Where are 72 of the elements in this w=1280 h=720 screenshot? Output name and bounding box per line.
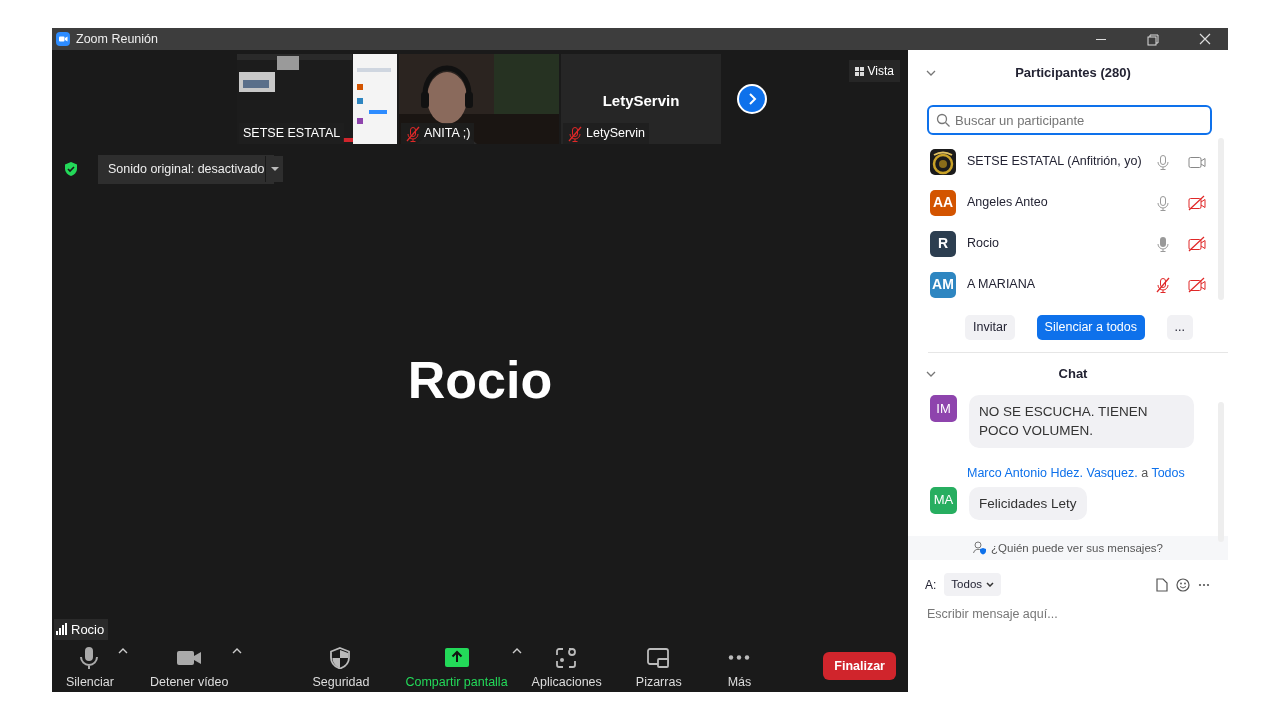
participant-name: SETSE ESTATAL (Anfitrión, yo): [967, 153, 1143, 171]
view-button[interactable]: Vista: [848, 60, 900, 82]
more-icon: [728, 654, 751, 660]
search-field[interactable]: Buscar un participante: [927, 105, 1212, 135]
chevron-down-icon: [986, 582, 995, 588]
emoji-icon[interactable]: [1176, 577, 1190, 592]
collapse-icon[interactable]: [926, 70, 936, 76]
avatar: AA: [930, 189, 956, 216]
original-sound-button[interactable]: Sonido original: desactivado: [98, 155, 275, 184]
app-logo-icon: [56, 32, 70, 46]
participant-name: A MARIANA: [967, 276, 1037, 294]
muted-mic-icon[interactable]: [1155, 276, 1171, 293]
search-icon: [936, 113, 950, 127]
privacy-icon: [973, 541, 987, 556]
chevron-right-icon: [747, 93, 757, 105]
toolbar-button[interactable]: Detener vídeo: [149, 640, 229, 692]
caret-icon[interactable]: [117, 648, 128, 654]
participant-name: ANITA ;): [424, 125, 471, 143]
caret-icon[interactable]: [232, 648, 243, 654]
avatar: R: [930, 230, 956, 257]
message-connector: a: [1141, 465, 1149, 480]
sender-name[interactable]: Marco Antonio Hdez. Vasquez.: [967, 465, 1138, 480]
panel-title: Participantes (280): [1014, 64, 1132, 83]
speaker-name: Rocio: [407, 350, 553, 412]
toolbar-button[interactable]: Pizarras: [635, 640, 682, 692]
recipient-name[interactable]: Todos: [1151, 465, 1185, 480]
recipient-label: A:: [925, 576, 937, 594]
video-off-icon[interactable]: [1188, 194, 1206, 211]
panel-button[interactable]: ...: [1166, 315, 1193, 340]
close-icon[interactable]: [1197, 32, 1213, 46]
participant-name: Angeles Anteo: [967, 194, 1049, 212]
toolbar-button[interactable]: Silenciar: [66, 640, 114, 692]
dropdown-button[interactable]: [265, 156, 284, 183]
microphone-icon[interactable]: [1155, 235, 1171, 252]
signal-icon: [56, 623, 67, 636]
toolbar-button[interactable]: Aplicaciones: [531, 640, 602, 692]
window-title: Zoom Reunión: [76, 30, 158, 48]
message-bubble: NO SE ESCUCHA. TIENEN POCO VOLUMEN.: [969, 394, 1194, 448]
avatar: IM: [930, 394, 957, 422]
message-bubble: Felicidades Lety: [969, 486, 1087, 521]
toolbar-button[interactable]: Seguridad: [312, 640, 370, 692]
caret-icon[interactable]: [511, 648, 522, 654]
video-off-icon[interactable]: [1188, 276, 1206, 293]
share-screen-icon: [444, 646, 469, 669]
panel-button[interactable]: Silenciar a todos: [1036, 315, 1145, 340]
collapse-icon[interactable]: [926, 370, 936, 377]
avatar: AM: [930, 271, 956, 298]
participant-name: Rocio: [967, 235, 1000, 253]
participant-name: LetyServin: [601, 91, 681, 111]
end-button[interactable]: Finalizar: [823, 651, 896, 681]
recipient-dropdown[interactable]: Todos: [944, 573, 1002, 597]
toolbar-button[interactable]: Más: [727, 640, 752, 692]
restore-icon[interactable]: [1145, 32, 1161, 46]
participant-name: LetyServin: [586, 125, 646, 143]
avatar: MA: [930, 486, 957, 514]
toolbar-button[interactable]: Compartir pantalla: [405, 640, 508, 692]
shield-icon: [328, 646, 353, 669]
more-icon[interactable]: [1198, 581, 1210, 588]
file-icon[interactable]: [1156, 577, 1168, 592]
video-tile[interactable]: LetyServin LetyServin: [561, 54, 721, 144]
microphone-icon[interactable]: [1155, 194, 1171, 211]
participant-name: SETSE ESTATAL: [243, 125, 341, 143]
grid-icon: [854, 66, 864, 76]
apps-icon: [554, 646, 579, 669]
video-off-icon[interactable]: [1188, 235, 1206, 252]
microphone-icon[interactable]: [1155, 153, 1171, 170]
whiteboard-icon: [646, 646, 671, 669]
caret-icon: [270, 167, 279, 172]
panel-title: Chat: [1057, 365, 1089, 383]
shield-icon: [64, 162, 78, 177]
next-page-button[interactable]: [737, 84, 767, 114]
panel-button[interactable]: Invitar: [965, 315, 1016, 340]
